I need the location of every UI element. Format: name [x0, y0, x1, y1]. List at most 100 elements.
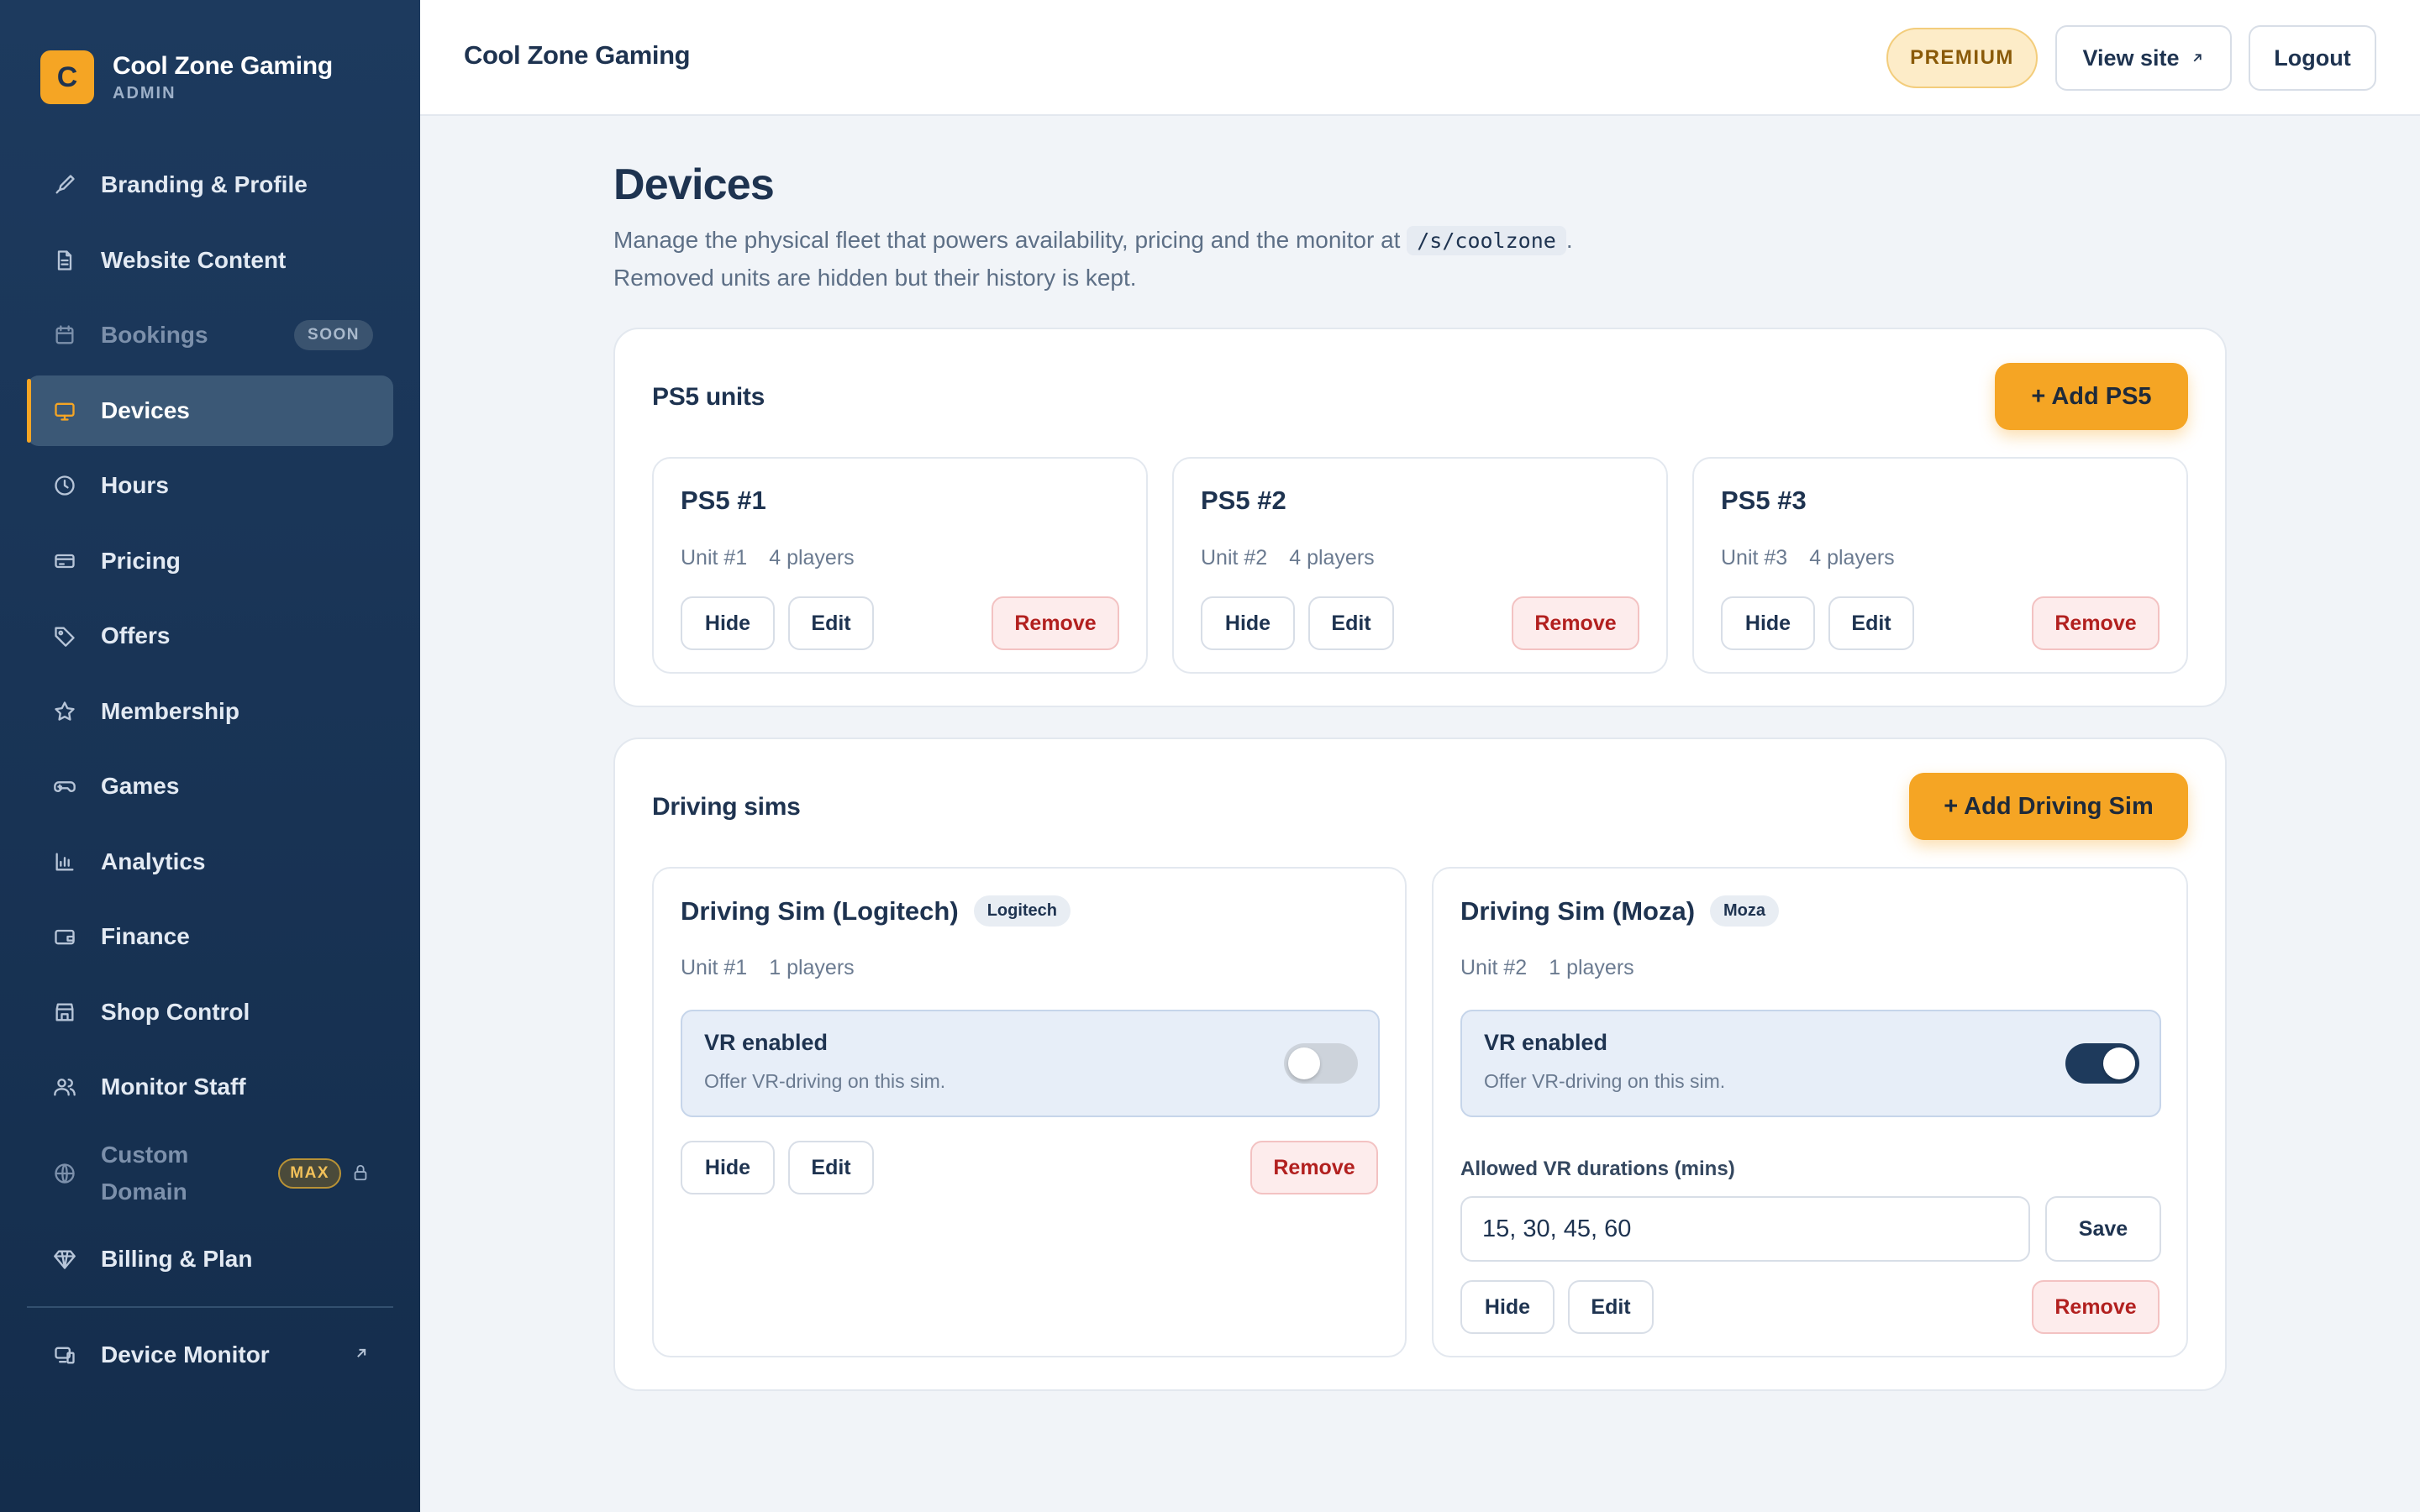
toggle-knob — [2103, 1047, 2135, 1079]
ps5-panel-title: PS5 units — [652, 383, 765, 411]
vr-setting: VR enabled Offer VR-driving on this sim. — [681, 1010, 1380, 1117]
edit-button[interactable]: Edit — [788, 1141, 874, 1194]
store-icon — [50, 998, 79, 1026]
remove-button[interactable]: Remove — [1512, 596, 1639, 650]
device-name: PS5 #3 — [1721, 486, 1807, 515]
ps5-panel: PS5 units + Add PS5 PS5 #1 Unit #1 4 play… — [613, 328, 2227, 707]
vr-title: VR enabled — [1484, 1030, 1608, 1055]
edit-button[interactable]: Edit — [1308, 596, 1394, 650]
device-title: Driving Sim (Moza) Moza — [1460, 895, 1780, 927]
vr-toggle[interactable] — [1284, 1043, 1358, 1084]
sidebar-item-label: Membership — [101, 697, 239, 724]
sim-card-logitech: Driving Sim (Logitech) Logitech Unit #1 1… — [652, 867, 1407, 1357]
hide-button[interactable]: Hide — [681, 1141, 775, 1194]
sidebar-item-label: Monitor Staff — [101, 1074, 246, 1100]
device-unit: Unit #1 — [681, 546, 748, 570]
vr-durations-label: Allowed VR durations (mins) — [1460, 1158, 1735, 1180]
vr-toggle[interactable] — [2065, 1043, 2139, 1084]
hide-button[interactable]: Hide — [1460, 1280, 1555, 1334]
sidebar: C Cool Zone Gaming ADMIN Branding & Prof… — [0, 0, 420, 1512]
remove-button[interactable]: Remove — [1250, 1141, 1378, 1194]
sidebar-item-shop-control[interactable]: Shop Control — [27, 977, 393, 1047]
topbar: Cool Zone Gaming PREMIUM View site Logou… — [420, 0, 2420, 116]
brand-name: Cool Zone Gaming — [113, 51, 333, 80]
edit-button[interactable]: Edit — [1828, 596, 1914, 650]
sidebar-item-branding[interactable]: Branding & Profile — [27, 150, 393, 220]
sidebar-item-label: Shop Control — [101, 998, 250, 1025]
sidebar-item-website-content[interactable]: Website Content — [27, 225, 393, 296]
brand-tag: Logitech — [973, 895, 1071, 927]
page-desc-period: . — [1565, 227, 1573, 253]
page-desc-line2: Removed units are hidden but their histo… — [613, 265, 1137, 291]
device-name: Driving Sim (Logitech) — [681, 895, 959, 926]
sidebar-item-bookings[interactable]: Bookings SOON — [27, 300, 393, 370]
sidebar-item-label: Website Content — [101, 246, 287, 273]
driving-sims-panel: Driving sims + Add Driving Sim Driving S… — [613, 738, 2227, 1391]
hide-button[interactable]: Hide — [1201, 596, 1295, 650]
sidebar-item-label: Custom Domain — [101, 1141, 189, 1205]
device-players: 4 players — [1809, 546, 1895, 570]
sidebar-item-hours[interactable]: Hours — [27, 450, 393, 521]
sidebar-item-membership[interactable]: Membership — [27, 676, 393, 747]
sidebar-nav: Branding & Profile Website Content Booki… — [27, 150, 393, 1395]
sidebar-item-label: Finance — [101, 923, 190, 949]
sidebar-item-label: Pricing — [101, 547, 181, 574]
soon-badge: SOON — [294, 320, 373, 350]
device-meta: Unit #1 4 players — [681, 546, 855, 570]
sidebar-item-label: Analytics — [101, 848, 206, 874]
remove-button[interactable]: Remove — [2032, 1280, 2160, 1334]
edit-button[interactable]: Edit — [788, 596, 874, 650]
monitor-link-icon — [50, 1341, 79, 1369]
sidebar-item-label: Branding & Profile — [101, 171, 308, 197]
sidebar-item-analytics[interactable]: Analytics — [27, 827, 393, 897]
sidebar-item-offers[interactable]: Offers — [27, 601, 393, 671]
ps5-card-3: PS5 #3 Unit #3 4 players Hide Edit Remove — [1692, 457, 2188, 674]
device-players: 1 players — [769, 956, 855, 979]
external-link-icon — [2193, 54, 2202, 62]
sidebar-item-device-monitor[interactable]: Device Monitor — [27, 1320, 393, 1390]
device-unit: Unit #2 — [1201, 546, 1268, 570]
ps5-card-2: PS5 #2 Unit #2 4 players Hide Edit Remove — [1172, 457, 1668, 674]
hide-button[interactable]: Hide — [1721, 596, 1815, 650]
vr-setting: VR enabled Offer VR-driving on this sim. — [1460, 1010, 2161, 1117]
edit-button[interactable]: Edit — [1568, 1280, 1654, 1334]
sidebar-item-devices[interactable]: Devices — [27, 375, 393, 446]
sidebar-item-finance[interactable]: Finance — [27, 901, 393, 972]
device-meta: Unit #1 1 players — [681, 956, 855, 980]
lock-icon — [351, 1163, 371, 1184]
globe-icon — [50, 1159, 79, 1188]
card-icon — [50, 547, 79, 575]
device-meta: Unit #3 4 players — [1721, 546, 1895, 570]
add-driving-sim-button[interactable]: + Add Driving Sim — [1909, 773, 2188, 840]
vr-durations-input[interactable] — [1460, 1196, 2030, 1262]
page-desc-text: Manage the physical fleet that powers av… — [613, 227, 1401, 253]
device-players: 4 players — [769, 546, 855, 570]
topbar-title: Cool Zone Gaming — [464, 40, 691, 70]
view-site-button[interactable]: View site — [2055, 25, 2232, 91]
device-unit: Unit #2 — [1460, 956, 1528, 979]
sidebar-item-monitor-staff[interactable]: Monitor Staff — [27, 1052, 393, 1122]
save-durations-button[interactable]: Save — [2045, 1196, 2161, 1262]
remove-button[interactable]: Remove — [2032, 596, 2160, 650]
vr-subtitle: Offer VR-driving on this sim. — [1484, 1070, 1726, 1092]
device-meta: Unit #2 4 players — [1201, 546, 1375, 570]
logout-button[interactable]: Logout — [2249, 25, 2376, 91]
star-icon — [50, 697, 79, 726]
users-icon — [50, 1073, 79, 1101]
monitor-path-code: /s/coolzone — [1407, 226, 1566, 255]
calendar-icon — [50, 321, 79, 349]
gamepad-icon — [50, 772, 79, 801]
brand: C Cool Zone Gaming ADMIN — [40, 50, 333, 104]
sidebar-item-pricing[interactable]: Pricing — [27, 526, 393, 596]
remove-button[interactable]: Remove — [992, 596, 1119, 650]
sidebar-item-games[interactable]: Games — [27, 751, 393, 822]
sidebar-item-label: Games — [101, 773, 180, 799]
add-ps5-button[interactable]: + Add PS5 — [1995, 363, 2188, 430]
hide-button[interactable]: Hide — [681, 596, 775, 650]
sidebar-item-billing[interactable]: Billing & Plan — [27, 1224, 393, 1294]
page-description: Manage the physical fleet that powers av… — [613, 222, 1573, 297]
device-meta: Unit #2 1 players — [1460, 956, 1634, 980]
sidebar-item-custom-domain[interactable]: Custom Domain MAX — [27, 1127, 393, 1220]
tag-icon — [50, 622, 79, 650]
device-name: PS5 #2 — [1201, 486, 1286, 515]
